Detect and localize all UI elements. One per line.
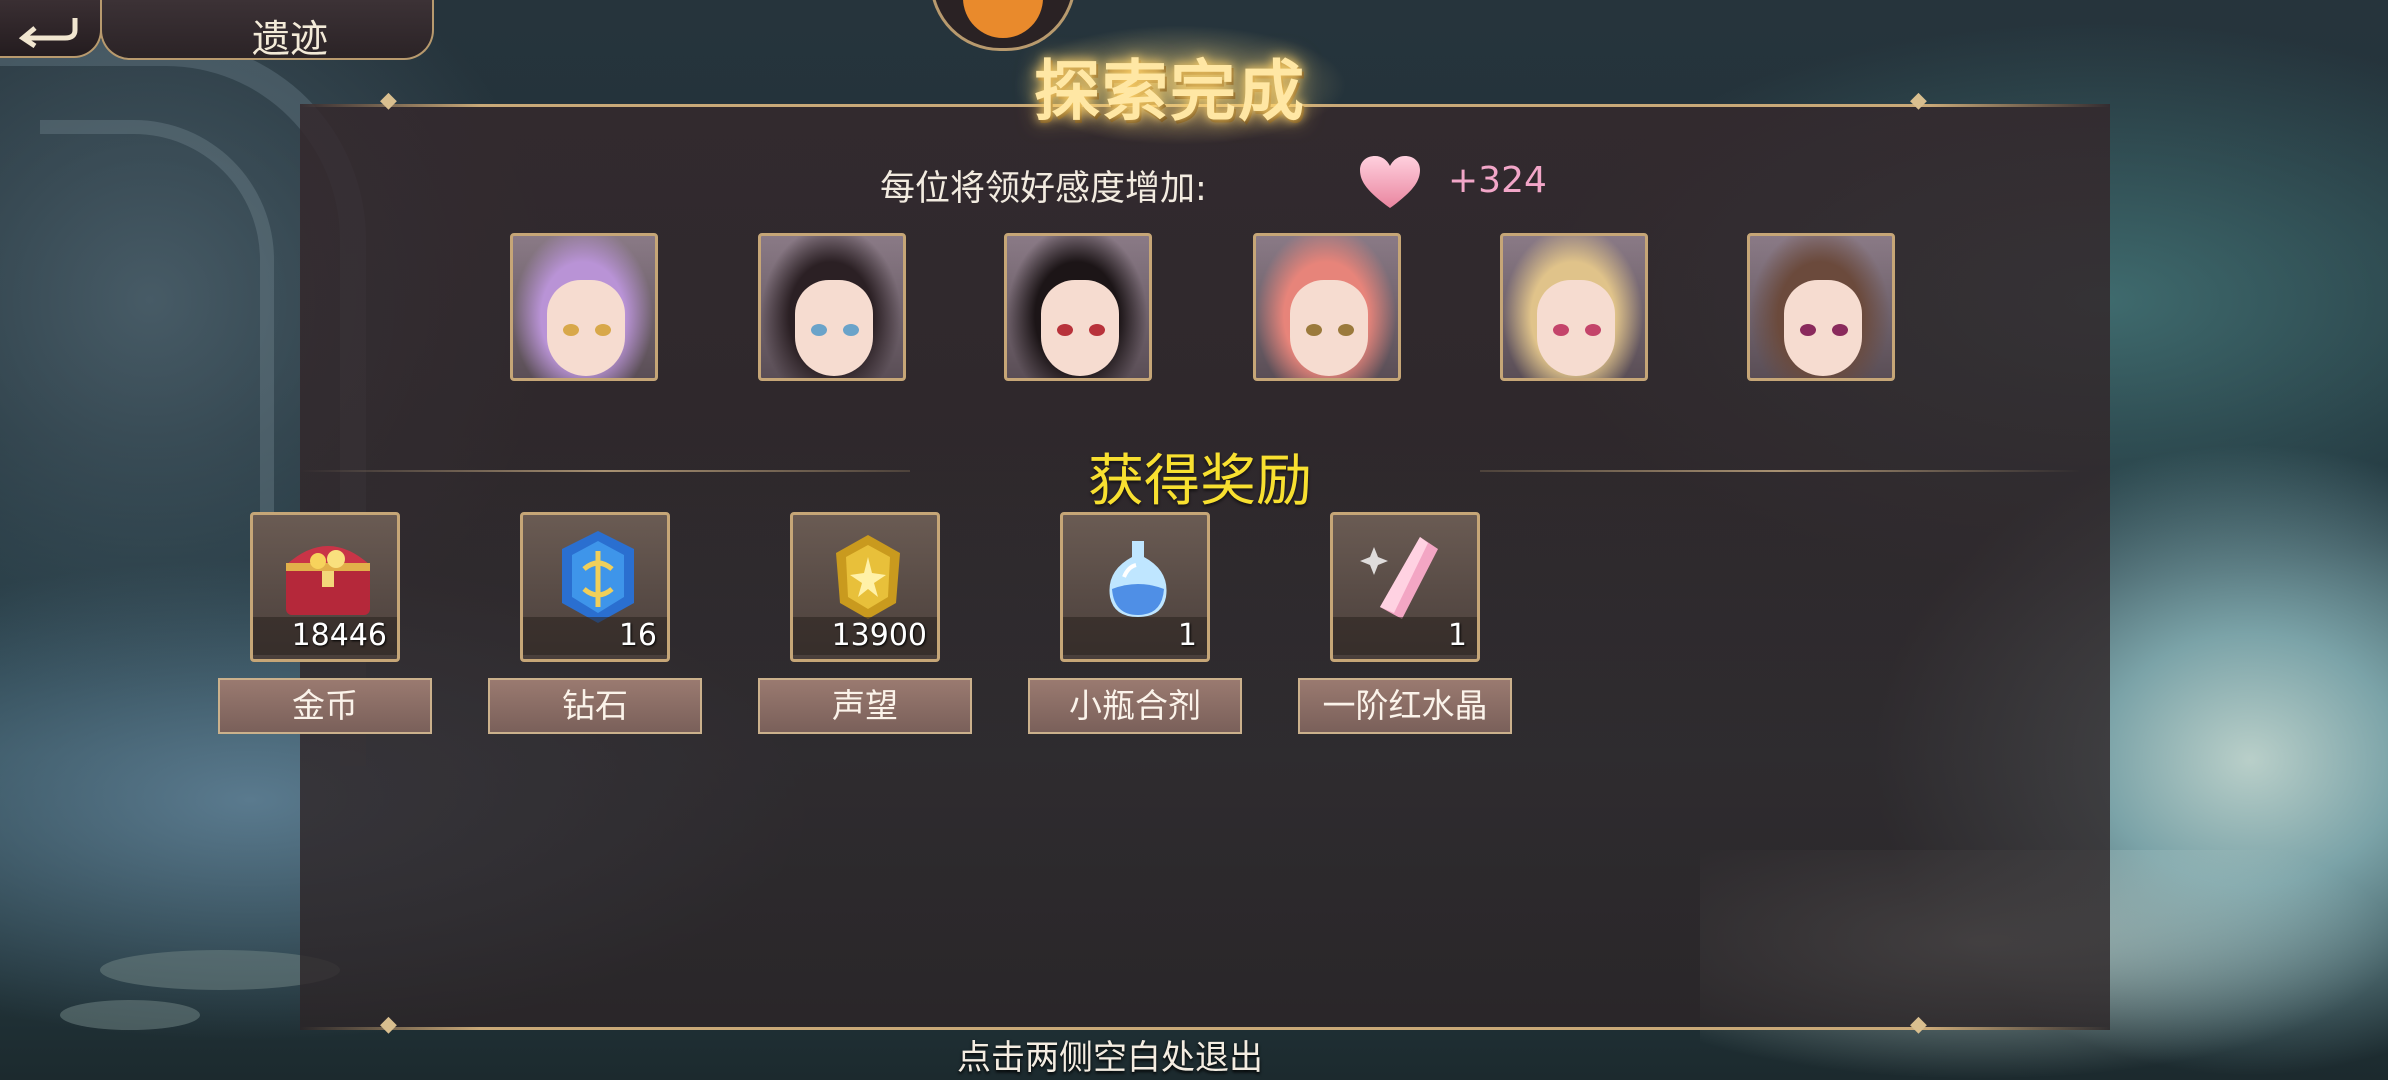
stone-arch-inner bbox=[40, 120, 274, 654]
potion-bottle-icon bbox=[1109, 541, 1167, 617]
section-divider-right bbox=[1480, 470, 2080, 472]
reward-count: 13900 bbox=[793, 617, 937, 655]
portrait-eye bbox=[1832, 324, 1848, 336]
portrait-eye bbox=[1306, 324, 1322, 336]
portrait-eye bbox=[1089, 324, 1105, 336]
reward-count: 1 bbox=[1063, 617, 1207, 655]
reward-item-potion[interactable]: 1 bbox=[1060, 512, 1210, 662]
corner-ornament: ◆ bbox=[1910, 1012, 1927, 1037]
heart-icon bbox=[1360, 156, 1420, 208]
portrait-face bbox=[1784, 280, 1862, 376]
reward-label: 一阶红水晶 bbox=[1298, 678, 1512, 734]
portrait-eye bbox=[811, 324, 827, 336]
reward-item-reputation[interactable]: 13900 bbox=[790, 512, 940, 662]
portrait-eye bbox=[1800, 324, 1816, 336]
corner-ornament: ◆ bbox=[1910, 88, 1927, 113]
back-button[interactable] bbox=[0, 0, 102, 58]
back-arrow-icon bbox=[18, 18, 78, 48]
reward-count: 16 bbox=[523, 617, 667, 655]
reward-label: 小瓶合剂 bbox=[1028, 678, 1242, 734]
portrait-face bbox=[1041, 280, 1119, 376]
reward-label: 声望 bbox=[758, 678, 972, 734]
reward-count: 1 bbox=[1333, 617, 1477, 655]
treasure-chest-icon bbox=[286, 546, 370, 615]
general-portrait[interactable] bbox=[1253, 233, 1401, 381]
general-portrait[interactable] bbox=[1004, 233, 1152, 381]
portrait-eye bbox=[843, 324, 859, 336]
general-portrait[interactable] bbox=[758, 233, 906, 381]
rewards-title: 获得奖励 bbox=[1088, 449, 1312, 514]
section-divider-left bbox=[300, 470, 910, 472]
reward-item-red-crystal[interactable]: 1 bbox=[1330, 512, 1480, 662]
diamond-crystal-icon bbox=[562, 531, 634, 623]
portrait-face bbox=[1290, 280, 1368, 376]
portrait-eye bbox=[1057, 324, 1073, 336]
reward-label: 钻石 bbox=[488, 678, 702, 734]
portrait-face bbox=[547, 280, 625, 376]
general-portrait[interactable] bbox=[1500, 233, 1648, 381]
general-portrait[interactable] bbox=[510, 233, 658, 381]
portrait-eye bbox=[563, 324, 579, 336]
page-title: 遗迹 bbox=[252, 17, 329, 61]
gold-badge-icon bbox=[836, 535, 900, 619]
portrait-face bbox=[795, 280, 873, 376]
exit-hint: 点击两侧空白处退出 bbox=[957, 1038, 1263, 1078]
reward-label: 金币 bbox=[218, 678, 432, 734]
general-portrait[interactable] bbox=[1747, 233, 1895, 381]
reward-item-diamond[interactable]: 16 bbox=[520, 512, 670, 662]
reward-item-gold[interactable]: 18446 bbox=[250, 512, 400, 662]
favor-label: 每位将领好感度增加: bbox=[880, 169, 1207, 209]
reward-count: 18446 bbox=[253, 617, 397, 655]
red-crystal-icon bbox=[1360, 537, 1438, 619]
portrait-eye bbox=[1553, 324, 1569, 336]
portrait-eye bbox=[1338, 324, 1354, 336]
favor-value: +324 bbox=[1448, 160, 1547, 201]
corner-ornament: ◆ bbox=[380, 88, 397, 113]
portrait-face bbox=[1537, 280, 1615, 376]
page-title-tab: 遗迹 bbox=[100, 0, 434, 61]
portrait-eye bbox=[595, 324, 611, 336]
mushroom bbox=[60, 1000, 200, 1030]
portrait-eye bbox=[1585, 324, 1601, 336]
result-title: 探索完成 bbox=[1034, 53, 1306, 130]
corner-ornament: ◆ bbox=[380, 1012, 397, 1037]
